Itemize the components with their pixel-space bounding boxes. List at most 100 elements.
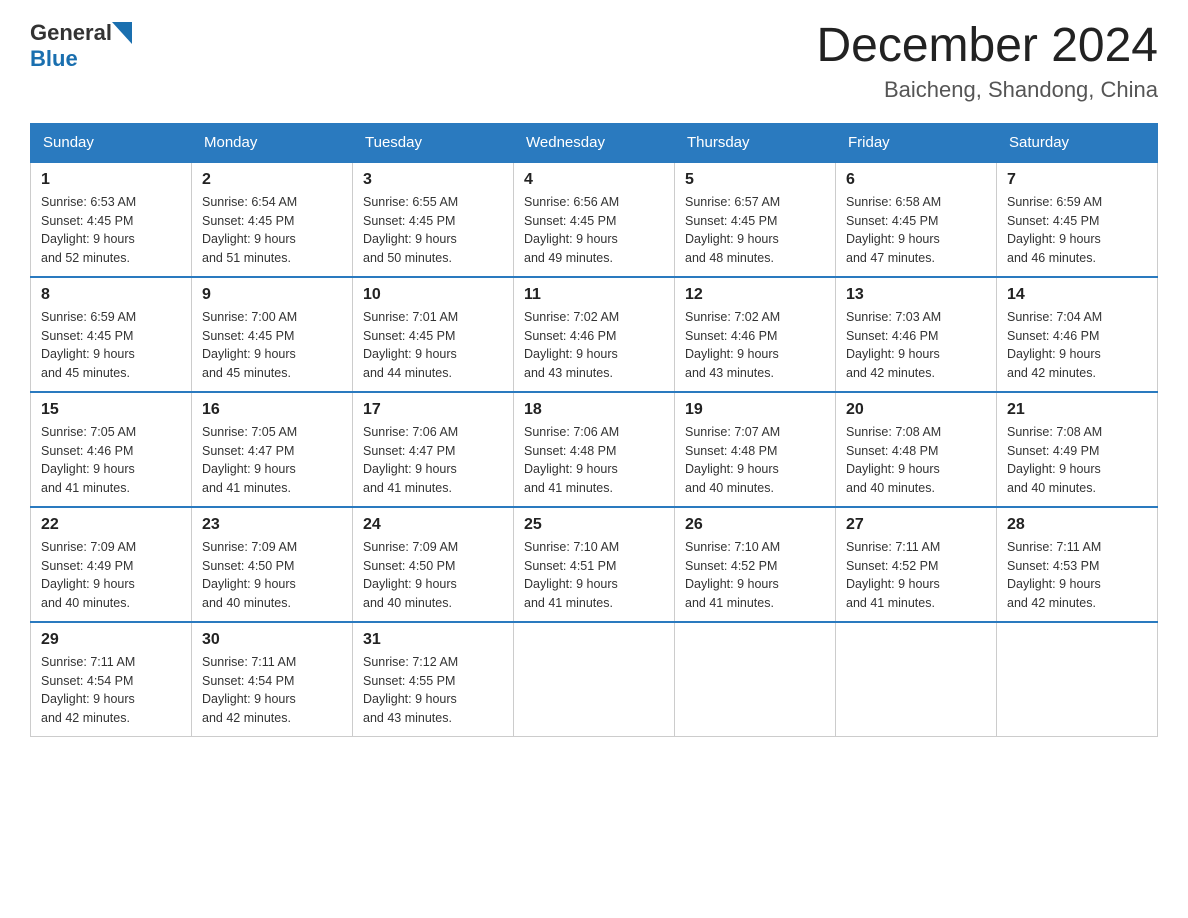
calendar-cell: 16Sunrise: 7:05 AM Sunset: 4:47 PM Dayli… — [192, 392, 353, 507]
day-info: Sunrise: 7:05 AM Sunset: 4:46 PM Dayligh… — [41, 423, 181, 498]
calendar-cell: 29 Sunrise: 7:11 AM Sunset: 4:54 PM Dayli… — [31, 622, 192, 737]
day-number: 28 — [1007, 516, 1147, 534]
day-number: 17 — [363, 401, 503, 419]
calendar-cell: 15 Sunrise: 7:05 AM Sunset: 4:46 PM Dayli… — [31, 392, 192, 507]
day-number: 24 — [363, 516, 503, 534]
day-number: 15 — [41, 401, 181, 419]
day-number: 11 — [524, 286, 664, 304]
calendar-header-row: SundayMondayTuesdayWednesdayThursdayFrid… — [31, 123, 1158, 162]
day-number: 5 — [685, 171, 825, 189]
column-header-friday: Friday — [836, 123, 997, 162]
day-number: 3 — [363, 171, 503, 189]
column-header-sunday: Sunday — [31, 123, 192, 162]
day-info: Sunrise: 6:59 AM Sunset: 4:45 PM Dayligh… — [1007, 193, 1147, 268]
day-number: 26 — [685, 516, 825, 534]
column-header-thursday: Thursday — [675, 123, 836, 162]
day-number: 8 — [41, 286, 181, 304]
day-info: Sunrise: 7:10 AM Sunset: 4:51 PM Dayligh… — [524, 538, 664, 613]
calendar-cell — [997, 622, 1158, 737]
calendar-week-row: 15 Sunrise: 7:05 AM Sunset: 4:46 PM Dayli… — [31, 392, 1158, 507]
title-section: December 2024 Baicheng, Shandong, China — [816, 20, 1158, 103]
logo-icon: General Blue — [30, 20, 132, 72]
column-header-saturday: Saturday — [997, 123, 1158, 162]
day-info: Sunrise: 6:54 AM Sunset: 4:45 PM Dayligh… — [202, 193, 342, 268]
day-number: 30 — [202, 631, 342, 649]
calendar-cell: 8Sunrise: 6:59 AM Sunset: 4:45 PM Daylig… — [31, 277, 192, 392]
day-info: Sunrise: 6:56 AM Sunset: 4:45 PM Dayligh… — [524, 193, 664, 268]
calendar-week-row: 1Sunrise: 6:53 AM Sunset: 4:45 PM Daylig… — [31, 162, 1158, 277]
column-header-tuesday: Tuesday — [353, 123, 514, 162]
day-info: Sunrise: 7:07 AM Sunset: 4:48 PM Dayligh… — [685, 423, 825, 498]
day-number: 16 — [202, 401, 342, 419]
calendar-table: SundayMondayTuesdayWednesdayThursdayFrid… — [30, 123, 1158, 737]
day-info: Sunrise: 7:09 AM Sunset: 4:50 PM Dayligh… — [202, 538, 342, 613]
calendar-cell: 14Sunrise: 7:04 AM Sunset: 4:46 PM Dayli… — [997, 277, 1158, 392]
day-number: 27 — [846, 516, 986, 534]
day-info: Sunrise: 7:11 AM Sunset: 4:53 PM Dayligh… — [1007, 538, 1147, 613]
day-number: 21 — [1007, 401, 1147, 419]
logo-general-text: General — [30, 20, 112, 46]
day-number: 18 — [524, 401, 664, 419]
calendar-cell: 7 Sunrise: 6:59 AM Sunset: 4:45 PM Daylig… — [997, 162, 1158, 277]
logo-triangle-icon — [112, 22, 132, 44]
calendar-cell: 13Sunrise: 7:03 AM Sunset: 4:46 PM Dayli… — [836, 277, 997, 392]
calendar-cell — [514, 622, 675, 737]
logo: General Blue — [30, 20, 132, 72]
calendar-cell: 2 Sunrise: 6:54 AM Sunset: 4:45 PM Daylig… — [192, 162, 353, 277]
column-header-wednesday: Wednesday — [514, 123, 675, 162]
day-info: Sunrise: 7:11 AM Sunset: 4:54 PM Dayligh… — [41, 653, 181, 728]
day-number: 2 — [202, 171, 342, 189]
day-info: Sunrise: 7:08 AM Sunset: 4:49 PM Dayligh… — [1007, 423, 1147, 498]
column-header-monday: Monday — [192, 123, 353, 162]
day-number: 6 — [846, 171, 986, 189]
calendar-cell: 3Sunrise: 6:55 AM Sunset: 4:45 PM Daylig… — [353, 162, 514, 277]
page-header: General Blue December 2024 Baicheng, Sha… — [30, 20, 1158, 103]
day-info: Sunrise: 7:02 AM Sunset: 4:46 PM Dayligh… — [524, 308, 664, 383]
day-info: Sunrise: 6:58 AM Sunset: 4:45 PM Dayligh… — [846, 193, 986, 268]
day-number: 25 — [524, 516, 664, 534]
day-number: 4 — [524, 171, 664, 189]
calendar-cell — [675, 622, 836, 737]
day-info: Sunrise: 7:08 AM Sunset: 4:48 PM Dayligh… — [846, 423, 986, 498]
calendar-cell: 23 Sunrise: 7:09 AM Sunset: 4:50 PM Dayli… — [192, 507, 353, 622]
calendar-week-row: 29 Sunrise: 7:11 AM Sunset: 4:54 PM Dayli… — [31, 622, 1158, 737]
calendar-cell: 22 Sunrise: 7:09 AM Sunset: 4:49 PM Dayli… — [31, 507, 192, 622]
day-number: 20 — [846, 401, 986, 419]
calendar-cell: 11 Sunrise: 7:02 AM Sunset: 4:46 PM Dayli… — [514, 277, 675, 392]
day-info: Sunrise: 7:10 AM Sunset: 4:52 PM Dayligh… — [685, 538, 825, 613]
calendar-cell: 9 Sunrise: 7:00 AM Sunset: 4:45 PM Daylig… — [192, 277, 353, 392]
calendar-cell: 20 Sunrise: 7:08 AM Sunset: 4:48 PM Dayli… — [836, 392, 997, 507]
day-number: 29 — [41, 631, 181, 649]
day-number: 23 — [202, 516, 342, 534]
day-info: Sunrise: 7:04 AM Sunset: 4:46 PM Dayligh… — [1007, 308, 1147, 383]
calendar-week-row: 22 Sunrise: 7:09 AM Sunset: 4:49 PM Dayli… — [31, 507, 1158, 622]
logo-blue-text: Blue — [30, 46, 78, 72]
calendar-cell: 4 Sunrise: 6:56 AM Sunset: 4:45 PM Daylig… — [514, 162, 675, 277]
day-info: Sunrise: 7:09 AM Sunset: 4:49 PM Dayligh… — [41, 538, 181, 613]
day-info: Sunrise: 6:57 AM Sunset: 4:45 PM Dayligh… — [685, 193, 825, 268]
calendar-cell: 5 Sunrise: 6:57 AM Sunset: 4:45 PM Daylig… — [675, 162, 836, 277]
calendar-cell: 26 Sunrise: 7:10 AM Sunset: 4:52 PM Dayli… — [675, 507, 836, 622]
calendar-cell: 10 Sunrise: 7:01 AM Sunset: 4:45 PM Dayli… — [353, 277, 514, 392]
day-number: 19 — [685, 401, 825, 419]
day-info: Sunrise: 7:09 AM Sunset: 4:50 PM Dayligh… — [363, 538, 503, 613]
day-info: Sunrise: 6:53 AM Sunset: 4:45 PM Dayligh… — [41, 193, 181, 268]
day-number: 22 — [41, 516, 181, 534]
day-info: Sunrise: 7:06 AM Sunset: 4:47 PM Dayligh… — [363, 423, 503, 498]
calendar-cell: 21 Sunrise: 7:08 AM Sunset: 4:49 PM Dayli… — [997, 392, 1158, 507]
day-info: Sunrise: 7:02 AM Sunset: 4:46 PM Dayligh… — [685, 308, 825, 383]
calendar-cell — [836, 622, 997, 737]
calendar-cell: 31Sunrise: 7:12 AM Sunset: 4:55 PM Dayli… — [353, 622, 514, 737]
calendar-cell: 28 Sunrise: 7:11 AM Sunset: 4:53 PM Dayli… — [997, 507, 1158, 622]
day-number: 12 — [685, 286, 825, 304]
day-number: 7 — [1007, 171, 1147, 189]
calendar-cell: 6 Sunrise: 6:58 AM Sunset: 4:45 PM Daylig… — [836, 162, 997, 277]
day-info: Sunrise: 7:00 AM Sunset: 4:45 PM Dayligh… — [202, 308, 342, 383]
month-title: December 2024 — [816, 20, 1158, 73]
calendar-cell: 24 Sunrise: 7:09 AM Sunset: 4:50 PM Dayli… — [353, 507, 514, 622]
day-info: Sunrise: 7:01 AM Sunset: 4:45 PM Dayligh… — [363, 308, 503, 383]
location-title: Baicheng, Shandong, China — [816, 77, 1158, 103]
day-number: 10 — [363, 286, 503, 304]
day-number: 9 — [202, 286, 342, 304]
calendar-cell: 18Sunrise: 7:06 AM Sunset: 4:48 PM Dayli… — [514, 392, 675, 507]
